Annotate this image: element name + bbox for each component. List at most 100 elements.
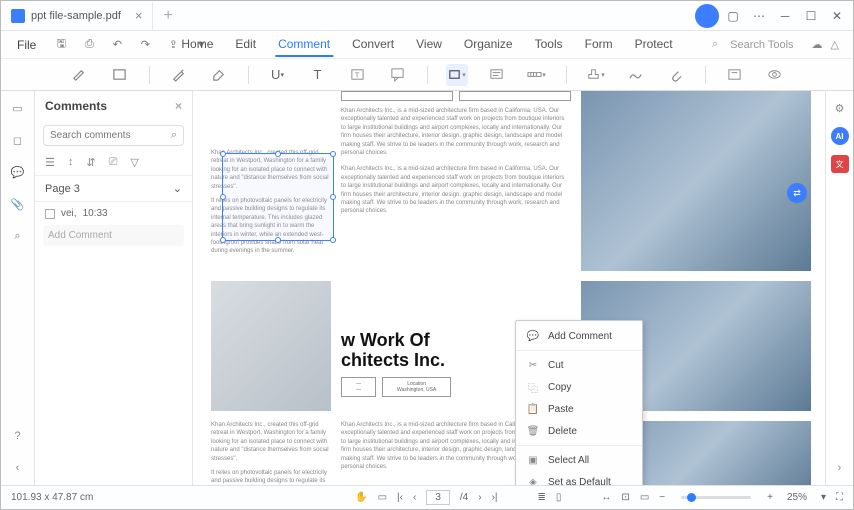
search-icon[interactable]: ⌕ bbox=[171, 129, 177, 142]
ai-icon[interactable]: AI bbox=[831, 127, 849, 145]
notes-icon[interactable]: ▢ bbox=[721, 4, 745, 28]
show-comments-tool[interactable] bbox=[764, 64, 786, 86]
tab-form[interactable]: Form bbox=[582, 33, 616, 57]
menubar: File 🖫 ⎙ ↶ ↷ ⇪ ▾ Home Edit Comment Conve… bbox=[1, 31, 853, 59]
fit-width-icon[interactable]: ↔ bbox=[601, 492, 611, 503]
fullscreen-icon[interactable]: ⛶ bbox=[836, 492, 843, 503]
tab-home[interactable]: Home bbox=[178, 33, 216, 57]
zoom-value[interactable]: 25% bbox=[787, 492, 807, 503]
help-icon[interactable]: ? bbox=[9, 427, 27, 445]
selection-box[interactable] bbox=[222, 153, 334, 241]
single-page-icon[interactable]: ▯ bbox=[556, 492, 562, 503]
measure-tool[interactable]: ▾ bbox=[526, 64, 548, 86]
underline-tool[interactable]: U▾ bbox=[267, 64, 289, 86]
close-window-button[interactable]: ✕ bbox=[825, 4, 849, 28]
filter-funnel-icon[interactable]: ▽ bbox=[130, 156, 138, 169]
translate-icon[interactable]: 文 bbox=[831, 155, 849, 173]
hide-comments-tool[interactable] bbox=[724, 64, 746, 86]
prev-page-icon[interactable]: ‹ bbox=[413, 492, 416, 503]
eraser-tool[interactable] bbox=[208, 64, 230, 86]
collapse-ribbon-icon[interactable]: △ bbox=[831, 38, 839, 51]
zoom-dropdown-icon[interactable]: ▾ bbox=[821, 492, 826, 503]
tab-comment[interactable]: Comment bbox=[275, 33, 333, 57]
pencil-tool[interactable] bbox=[168, 64, 190, 86]
ctx-cut[interactable]: ✂Cut bbox=[516, 354, 642, 376]
document-canvas[interactable]: ⇄ Khan Architects Inc., created this off… bbox=[193, 91, 825, 485]
comments-title: Comments bbox=[45, 99, 107, 113]
cloud-icon[interactable]: ☁ bbox=[812, 38, 823, 51]
stamp-tool[interactable]: ▾ bbox=[585, 64, 607, 86]
close-panel-icon[interactable]: × bbox=[175, 99, 182, 113]
file-menu[interactable]: File bbox=[9, 34, 44, 56]
zoom-in-icon[interactable]: + bbox=[767, 492, 773, 503]
note-tool[interactable] bbox=[486, 64, 508, 86]
more-icon[interactable]: ⋯ bbox=[747, 4, 771, 28]
copy-icon: ⿻ bbox=[526, 380, 540, 394]
ctx-delete[interactable]: 🗑Delete bbox=[516, 420, 642, 442]
bookmark-icon[interactable]: ◻ bbox=[9, 131, 27, 149]
attachments-icon[interactable]: 📎 bbox=[9, 195, 27, 213]
settings-icon[interactable]: ⚙ bbox=[831, 99, 849, 117]
thumbnail-icon[interactable]: ▭ bbox=[9, 99, 27, 117]
user-avatar[interactable] bbox=[695, 4, 719, 28]
undo-icon[interactable]: ↶ bbox=[108, 36, 126, 54]
ctx-paste[interactable]: 📋Paste bbox=[516, 398, 642, 420]
save-icon[interactable]: 🖫 bbox=[52, 36, 70, 54]
read-mode-icon[interactable]: ▭ bbox=[640, 492, 649, 503]
chevron-right-icon[interactable]: › bbox=[831, 459, 849, 477]
attachment-tool[interactable] bbox=[665, 64, 687, 86]
redo-icon[interactable]: ↷ bbox=[136, 36, 154, 54]
page-input[interactable]: 3 bbox=[426, 490, 450, 505]
zoom-slider[interactable] bbox=[681, 496, 751, 499]
add-tab-button[interactable]: + bbox=[153, 7, 182, 25]
text-tool[interactable]: T bbox=[307, 64, 329, 86]
comments-page-header[interactable]: Page 3 ⌄ bbox=[35, 175, 192, 202]
filter-sort-icon[interactable]: ↕ bbox=[68, 156, 74, 169]
next-page-icon[interactable]: › bbox=[478, 492, 481, 503]
maximize-button[interactable]: ☐ bbox=[799, 4, 823, 28]
area-highlight-tool[interactable] bbox=[109, 64, 131, 86]
zoom-out-icon[interactable]: − bbox=[659, 492, 665, 503]
filter-option-icon[interactable]: ⎚ bbox=[109, 156, 118, 169]
scroll-mode-icon[interactable]: ≣ bbox=[538, 492, 546, 503]
hand-tool-icon[interactable]: ✋ bbox=[355, 492, 367, 503]
tab-protect[interactable]: Protect bbox=[632, 33, 676, 57]
document-tab[interactable]: ppt file-sample.pdf × bbox=[1, 2, 153, 30]
tab-tools[interactable]: Tools bbox=[532, 33, 566, 57]
callout-tool[interactable] bbox=[387, 64, 409, 86]
textbox-tool[interactable]: T bbox=[347, 64, 369, 86]
tab-convert[interactable]: Convert bbox=[349, 33, 397, 57]
comments-search[interactable]: ⌕ bbox=[43, 125, 184, 146]
tab-organize[interactable]: Organize bbox=[461, 33, 516, 57]
minimize-button[interactable]: ─ bbox=[773, 4, 797, 28]
comments-search-input[interactable] bbox=[50, 130, 171, 141]
tab-view[interactable]: View bbox=[413, 33, 445, 57]
comment-item[interactable]: vei, 10:33 bbox=[35, 202, 192, 225]
checkbox-icon[interactable] bbox=[45, 209, 55, 219]
filter-expand-icon[interactable]: ⇵ bbox=[86, 156, 95, 169]
coords-label: 101.93 x 47.87 cm bbox=[11, 492, 93, 503]
ctx-copy[interactable]: ⿻Copy bbox=[516, 376, 642, 398]
search-icon: ⌕ bbox=[712, 38, 718, 51]
comments-list-icon[interactable]: 💬 bbox=[9, 163, 27, 181]
first-page-icon[interactable]: |‹ bbox=[397, 492, 403, 503]
floating-share-badge[interactable]: ⇄ bbox=[787, 183, 807, 203]
signature-tool[interactable] bbox=[625, 64, 647, 86]
close-tab-icon[interactable]: × bbox=[135, 8, 143, 23]
chevron-left-icon[interactable]: ‹ bbox=[9, 459, 27, 477]
pdf-icon bbox=[11, 9, 25, 23]
ctx-add-comment[interactable]: 💬Add Comment bbox=[516, 325, 642, 347]
ctx-set-default[interactable]: ◈Set as Default bbox=[516, 471, 642, 485]
fit-page-icon[interactable]: ⊡ bbox=[621, 492, 629, 503]
print-icon[interactable]: ⎙ bbox=[80, 36, 98, 54]
filter-list-icon[interactable]: ☰ bbox=[45, 156, 55, 169]
search-panel-icon[interactable]: ⌕ bbox=[9, 227, 27, 245]
last-page-icon[interactable]: ›| bbox=[492, 492, 498, 503]
highlight-tool[interactable] bbox=[69, 64, 91, 86]
tab-edit[interactable]: Edit bbox=[232, 33, 259, 57]
select-tool-icon[interactable]: ▭ bbox=[378, 492, 387, 503]
ctx-select-all[interactable]: ▣Select All bbox=[516, 449, 642, 471]
search-tools[interactable]: ⌕ Search Tools bbox=[706, 38, 806, 51]
shape-rect-tool[interactable]: ▾ bbox=[446, 64, 468, 86]
add-comment-field[interactable]: Add Comment bbox=[43, 225, 184, 246]
